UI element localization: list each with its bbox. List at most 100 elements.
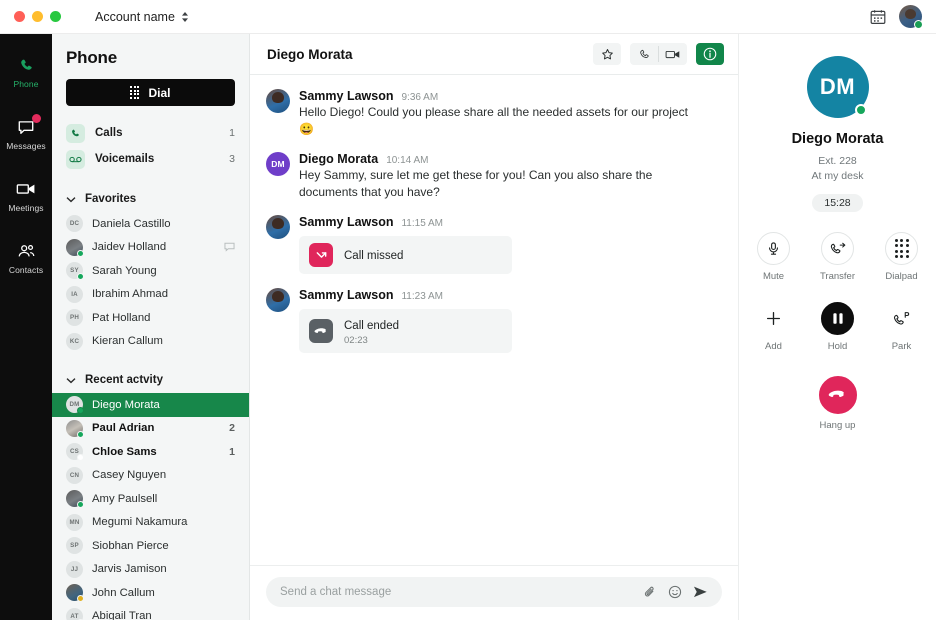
quick-item-voicemails-label: Voicemails [95, 153, 155, 165]
list-item-name: Paul Adrian [92, 422, 155, 435]
avatar[interactable] [899, 5, 923, 29]
list-item[interactable]: PH Pat Holland [52, 306, 249, 330]
avatar: AT [66, 607, 84, 620]
list-item[interactable]: MN Megumi Nakamura [52, 511, 249, 535]
phone-handset-icon [66, 123, 85, 143]
active-call-panel: DM Diego Morata Ext. 228 At my desk 15:2… [738, 34, 936, 620]
list-item[interactable]: SY Sarah Young [52, 259, 249, 283]
call-contact-name: Diego Morata [791, 131, 884, 147]
hold-button[interactable]: Hold [817, 302, 859, 352]
message-sender: Diego Morata [299, 152, 379, 167]
park-button[interactable]: Park [881, 302, 923, 352]
star-icon[interactable] [593, 43, 621, 65]
conversation-header: Diego Morata [250, 34, 738, 75]
list-item[interactable]: JJ Jarvis Jamison [52, 558, 249, 582]
title-bar-right [869, 5, 926, 29]
quick-item-voicemails[interactable]: Voicemails 3 [62, 146, 239, 172]
list-item[interactable]: CN Casey Nguyen [52, 464, 249, 488]
send-icon[interactable] [693, 585, 708, 599]
nav-item-contacts[interactable]: Contacts [0, 234, 52, 282]
avatar: SY [66, 262, 84, 281]
presence-indicator [77, 430, 84, 438]
message-item: DM Diego Morata 10:14 AM Hey Sammy, sure le… [266, 152, 722, 201]
list-item[interactable]: IA Ibrahim Ahmad [52, 283, 249, 307]
recent-list: DM Diego Morata Paul Adrian 2 CS Chloe Sams 1 C… [52, 393, 249, 620]
maximize-window-button[interactable] [50, 11, 61, 22]
list-item[interactable]: John Callum [52, 581, 249, 605]
minimize-window-button[interactable] [32, 11, 43, 22]
account-switcher[interactable]: Account name [95, 10, 189, 24]
list-item-name: Ibrahim Ahmad [92, 288, 168, 301]
window-controls[interactable] [10, 11, 61, 22]
list-item-name: Sarah Young [92, 264, 157, 277]
list-item[interactable]: Jaidev Holland [52, 236, 249, 260]
composer-box[interactable] [266, 577, 722, 607]
message-sender: Sammy Lawson [299, 288, 394, 303]
list-item[interactable]: Amy Paulsell [52, 487, 249, 511]
list-item[interactable]: AT Abigail Tran [52, 605, 249, 620]
emoji-icon[interactable] [668, 585, 682, 599]
presence-indicator [77, 249, 84, 257]
app-body: Phone Messages Meetings Contacts Phone D… [0, 34, 936, 620]
presence-indicator [77, 454, 84, 462]
unread-count: 2 [229, 422, 235, 435]
dialpad-label: Dialpad [885, 271, 918, 282]
phone-icon[interactable] [630, 43, 658, 65]
video-camera-icon [16, 179, 36, 199]
info-icon[interactable] [696, 43, 724, 65]
message-item: Sammy Lawson 11:15 AM Call missed [266, 215, 722, 275]
list-item[interactable]: Paul Adrian 2 [52, 417, 249, 441]
message-text: Hey Sammy, sure let me get these for you… [299, 168, 653, 200]
composer [250, 565, 738, 620]
hangup-button[interactable]: Hang up [808, 376, 868, 431]
nav-item-phone[interactable]: Phone [0, 48, 52, 96]
dial-button[interactable]: Dial [66, 79, 235, 106]
list-item[interactable]: SP Siobhan Pierce [52, 534, 249, 558]
quick-links: Calls 1 Voicemails 3 [52, 120, 249, 172]
phone-icon [18, 55, 35, 75]
message-input[interactable] [280, 586, 632, 598]
avatar: PH [66, 309, 83, 327]
section-recent[interactable]: Recent actvity [52, 367, 249, 393]
chat-bubble-icon[interactable] [224, 242, 235, 252]
hangup-icon [818, 376, 857, 414]
avatar [266, 288, 290, 313]
call-event-card[interactable]: Call missed [299, 236, 512, 275]
mute-button[interactable]: Mute [753, 232, 795, 282]
call-transfer-icon [821, 232, 854, 265]
attach-icon[interactable] [643, 585, 657, 599]
contacts-people-icon [16, 241, 36, 261]
nav-item-meetings[interactable]: Meetings [0, 172, 52, 220]
list-item[interactable]: DM Diego Morata [52, 393, 249, 417]
call-controls-row-1: Mute Transfer Dialpad [753, 232, 923, 282]
call-controls-row-2: Add Hold Park [753, 302, 923, 352]
transfer-label: Transfer [819, 271, 856, 282]
avatar [266, 215, 290, 240]
quick-item-calls-count: 1 [229, 127, 235, 139]
presence-indicator [854, 104, 867, 116]
list-item[interactable]: KC Kieran Callum [52, 330, 249, 354]
dialpad-button[interactable]: Dialpad [881, 232, 923, 282]
add-button[interactable]: Add [753, 302, 795, 352]
avatar: SP [66, 537, 83, 555]
avatar [266, 89, 290, 113]
list-item-name: Amy Paulsell [92, 492, 158, 505]
nav-item-messages[interactable]: Messages [0, 110, 52, 158]
list-item-name: Kieran Callum [92, 335, 163, 348]
avatar: MN [66, 513, 83, 531]
close-window-button[interactable] [14, 11, 25, 22]
calendar-icon[interactable] [869, 8, 887, 26]
video-icon[interactable] [659, 43, 687, 65]
transfer-button[interactable]: Transfer [817, 232, 859, 282]
presence-indicator [77, 407, 84, 415]
list-item[interactable]: DC Daniela Castillo [52, 212, 249, 236]
message-sender: Sammy Lawson [299, 89, 394, 103]
list-item[interactable]: CS Chloe Sams 1 [52, 440, 249, 464]
call-event-card[interactable]: Call ended 02:23 [299, 309, 512, 354]
quick-item-calls[interactable]: Calls 1 [62, 120, 239, 146]
hold-label: Hold [827, 341, 848, 352]
call-event-title: Call ended [344, 320, 399, 333]
section-favorites[interactable]: Favorites [52, 186, 249, 212]
message-time: 11:15 AM [401, 218, 443, 230]
call-avatar-initials: DM [819, 74, 856, 99]
